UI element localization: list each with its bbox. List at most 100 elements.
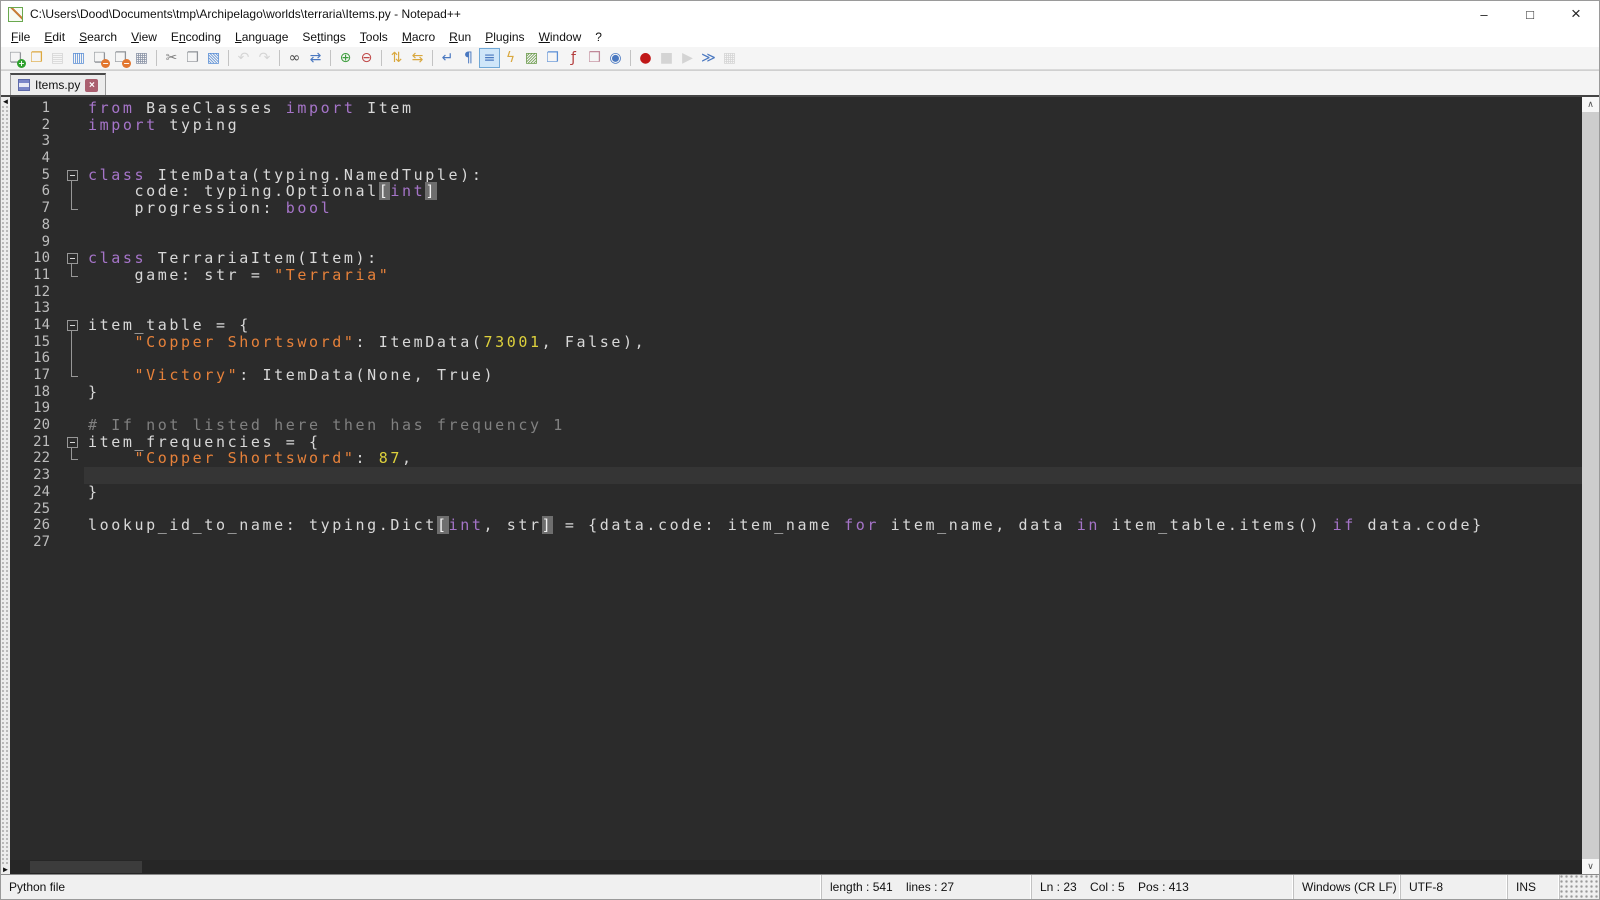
- code-line-4[interactable]: 4: [10, 150, 1582, 167]
- code-line-3[interactable]: 3: [10, 133, 1582, 150]
- code-line-14[interactable]: 14item_table = {: [10, 317, 1582, 334]
- dock-arrow-right-icon[interactable]: ►: [1, 865, 10, 874]
- replace-button[interactable]: ⇄: [305, 48, 326, 68]
- code-text: "Victory": ItemData(None, True): [84, 367, 1582, 384]
- menu-search[interactable]: Search: [72, 28, 124, 46]
- code-line-8[interactable]: 8: [10, 217, 1582, 234]
- minimize-button[interactable]: –: [1461, 1, 1507, 27]
- dock-arrow-left-icon[interactable]: ◄: [1, 97, 10, 106]
- show-indent-guide-button[interactable]: ≡: [479, 48, 500, 68]
- fold-marker[interactable]: [62, 167, 84, 184]
- code-line-16[interactable]: 16: [10, 350, 1582, 367]
- document-map-button[interactable]: ▨: [521, 48, 542, 68]
- scroll-down-icon[interactable]: ∨: [1582, 859, 1599, 874]
- code-line-24[interactable]: 24}: [10, 484, 1582, 501]
- menu-macro[interactable]: Macro: [395, 28, 442, 46]
- save-all-button[interactable]: ▥: [68, 48, 89, 68]
- menu-help[interactable]: ?: [588, 28, 609, 46]
- resize-grip[interactable]: [1560, 875, 1599, 899]
- fold-collapse-icon[interactable]: [67, 170, 78, 181]
- code-line-1[interactable]: 1from BaseClasses import Item: [10, 100, 1582, 117]
- menu-file[interactable]: File: [4, 28, 37, 46]
- close-all-button[interactable]: ❐−: [110, 48, 131, 68]
- cut-button[interactable]: ✂: [161, 48, 182, 68]
- menu-view[interactable]: View: [124, 28, 164, 46]
- new-file-button[interactable]: ❏+: [5, 48, 26, 68]
- fold-marker[interactable]: [62, 434, 84, 451]
- function-list-button[interactable]: ƒ: [563, 48, 584, 68]
- status-cursor-position: Ln : 23 Col : 5 Pos : 413: [1032, 875, 1294, 899]
- menu-tools[interactable]: Tools: [353, 28, 395, 46]
- open-file-button[interactable]: ❐: [26, 48, 47, 68]
- menu-encoding[interactable]: Encoding: [164, 28, 228, 46]
- menu-plugins[interactable]: Plugins: [478, 28, 531, 46]
- code-line-2[interactable]: 2import typing: [10, 117, 1582, 134]
- code-text: [84, 234, 1582, 251]
- line-number: 18: [10, 384, 62, 401]
- macro-run-multiple-button[interactable]: ≫: [698, 48, 719, 68]
- fold-collapse-icon[interactable]: [67, 320, 78, 331]
- code-line-27[interactable]: 27: [10, 534, 1582, 551]
- sync-vertical-scrolling-button[interactable]: ⇅: [386, 48, 407, 68]
- show-all-characters-button[interactable]: ¶: [458, 48, 479, 68]
- code-line-6[interactable]: 6 code: typing.Optional[int]: [10, 183, 1582, 200]
- fold-guide: [62, 450, 84, 467]
- code-line-7[interactable]: 7 progression: bool: [10, 200, 1582, 217]
- menu-settings[interactable]: Settings: [295, 28, 352, 46]
- code-line-26[interactable]: 26lookup_id_to_name: typing.Dict[int, st…: [10, 517, 1582, 534]
- fold-collapse-icon[interactable]: [67, 437, 78, 448]
- fold-guide: [62, 334, 84, 351]
- code-text: }: [84, 384, 1582, 401]
- code-line-9[interactable]: 9: [10, 234, 1582, 251]
- menu-edit[interactable]: Edit: [37, 28, 72, 46]
- folder-as-workspace-button[interactable]: ❒: [584, 48, 605, 68]
- code-line-25[interactable]: 25: [10, 501, 1582, 518]
- maximize-button[interactable]: □: [1507, 1, 1553, 27]
- code-line-18[interactable]: 18}: [10, 384, 1582, 401]
- print-button[interactable]: ▦: [131, 48, 152, 68]
- document-list-button[interactable]: ❐: [542, 48, 563, 68]
- close-button[interactable]: ×: [1553, 1, 1599, 27]
- toolbar-separator: [156, 50, 157, 66]
- menu-run[interactable]: Run: [442, 28, 478, 46]
- sync-horizontal-scrolling-button[interactable]: ⇆: [407, 48, 428, 68]
- vertical-scrollbar[interactable]: ∧ ∨: [1582, 97, 1599, 874]
- code-line-22[interactable]: 22 "Copper Shortsword": 87,: [10, 450, 1582, 467]
- find-button[interactable]: ∞: [284, 48, 305, 68]
- macro-record-button[interactable]: ●: [635, 48, 656, 68]
- code-line-21[interactable]: 21item_frequencies = {: [10, 434, 1582, 451]
- zoom-out-button[interactable]: ⊖: [356, 48, 377, 68]
- monitoring-button[interactable]: ◉: [605, 48, 626, 68]
- code-line-15[interactable]: 15 "Copper Shortsword": ItemData(73001, …: [10, 334, 1582, 351]
- code-line-20[interactable]: 20# If not listed here then has frequenc…: [10, 417, 1582, 434]
- close-file-button[interactable]: ❏−: [89, 48, 110, 68]
- code-line-12[interactable]: 12: [10, 284, 1582, 301]
- zoom-in-button[interactable]: ⊕: [335, 48, 356, 68]
- title-bar: C:\Users\Dood\Documents\tmp\Archipelago\…: [1, 1, 1599, 27]
- fold-collapse-icon[interactable]: [67, 253, 78, 264]
- code-line-13[interactable]: 13: [10, 300, 1582, 317]
- menu-bar: FileEditSearchViewEncodingLanguageSettin…: [1, 27, 1599, 47]
- editor-surface[interactable]: 1from BaseClasses import Item2import typ…: [10, 97, 1582, 860]
- horizontal-scrollbar[interactable]: [10, 860, 1582, 874]
- fold-margin: [62, 501, 84, 518]
- code-line-5[interactable]: 5class ItemData(typing.NamedTuple):: [10, 167, 1582, 184]
- define-language-button[interactable]: ϟ: [500, 48, 521, 68]
- copy-button[interactable]: ❐: [182, 48, 203, 68]
- code-line-11[interactable]: 11 game: str = "Terraria": [10, 267, 1582, 284]
- tab-items-py[interactable]: Items.py ×: [10, 73, 106, 95]
- horizontal-scrollbar-thumb[interactable]: [30, 861, 142, 873]
- vertical-scrollbar-thumb[interactable]: [1582, 112, 1599, 859]
- code-line-23[interactable]: 23: [10, 467, 1582, 484]
- menu-language[interactable]: Language: [228, 28, 295, 46]
- paste-button[interactable]: ▧: [203, 48, 224, 68]
- fold-marker[interactable]: [62, 317, 84, 334]
- word-wrap-button[interactable]: ↵: [437, 48, 458, 68]
- code-line-19[interactable]: 19: [10, 400, 1582, 417]
- tab-close-icon[interactable]: ×: [85, 79, 98, 92]
- code-line-17[interactable]: 17 "Victory": ItemData(None, True): [10, 367, 1582, 384]
- code-line-10[interactable]: 10class TerrariaItem(Item):: [10, 250, 1582, 267]
- menu-window[interactable]: Window: [532, 28, 589, 46]
- fold-marker[interactable]: [62, 250, 84, 267]
- scroll-up-icon[interactable]: ∧: [1582, 97, 1599, 112]
